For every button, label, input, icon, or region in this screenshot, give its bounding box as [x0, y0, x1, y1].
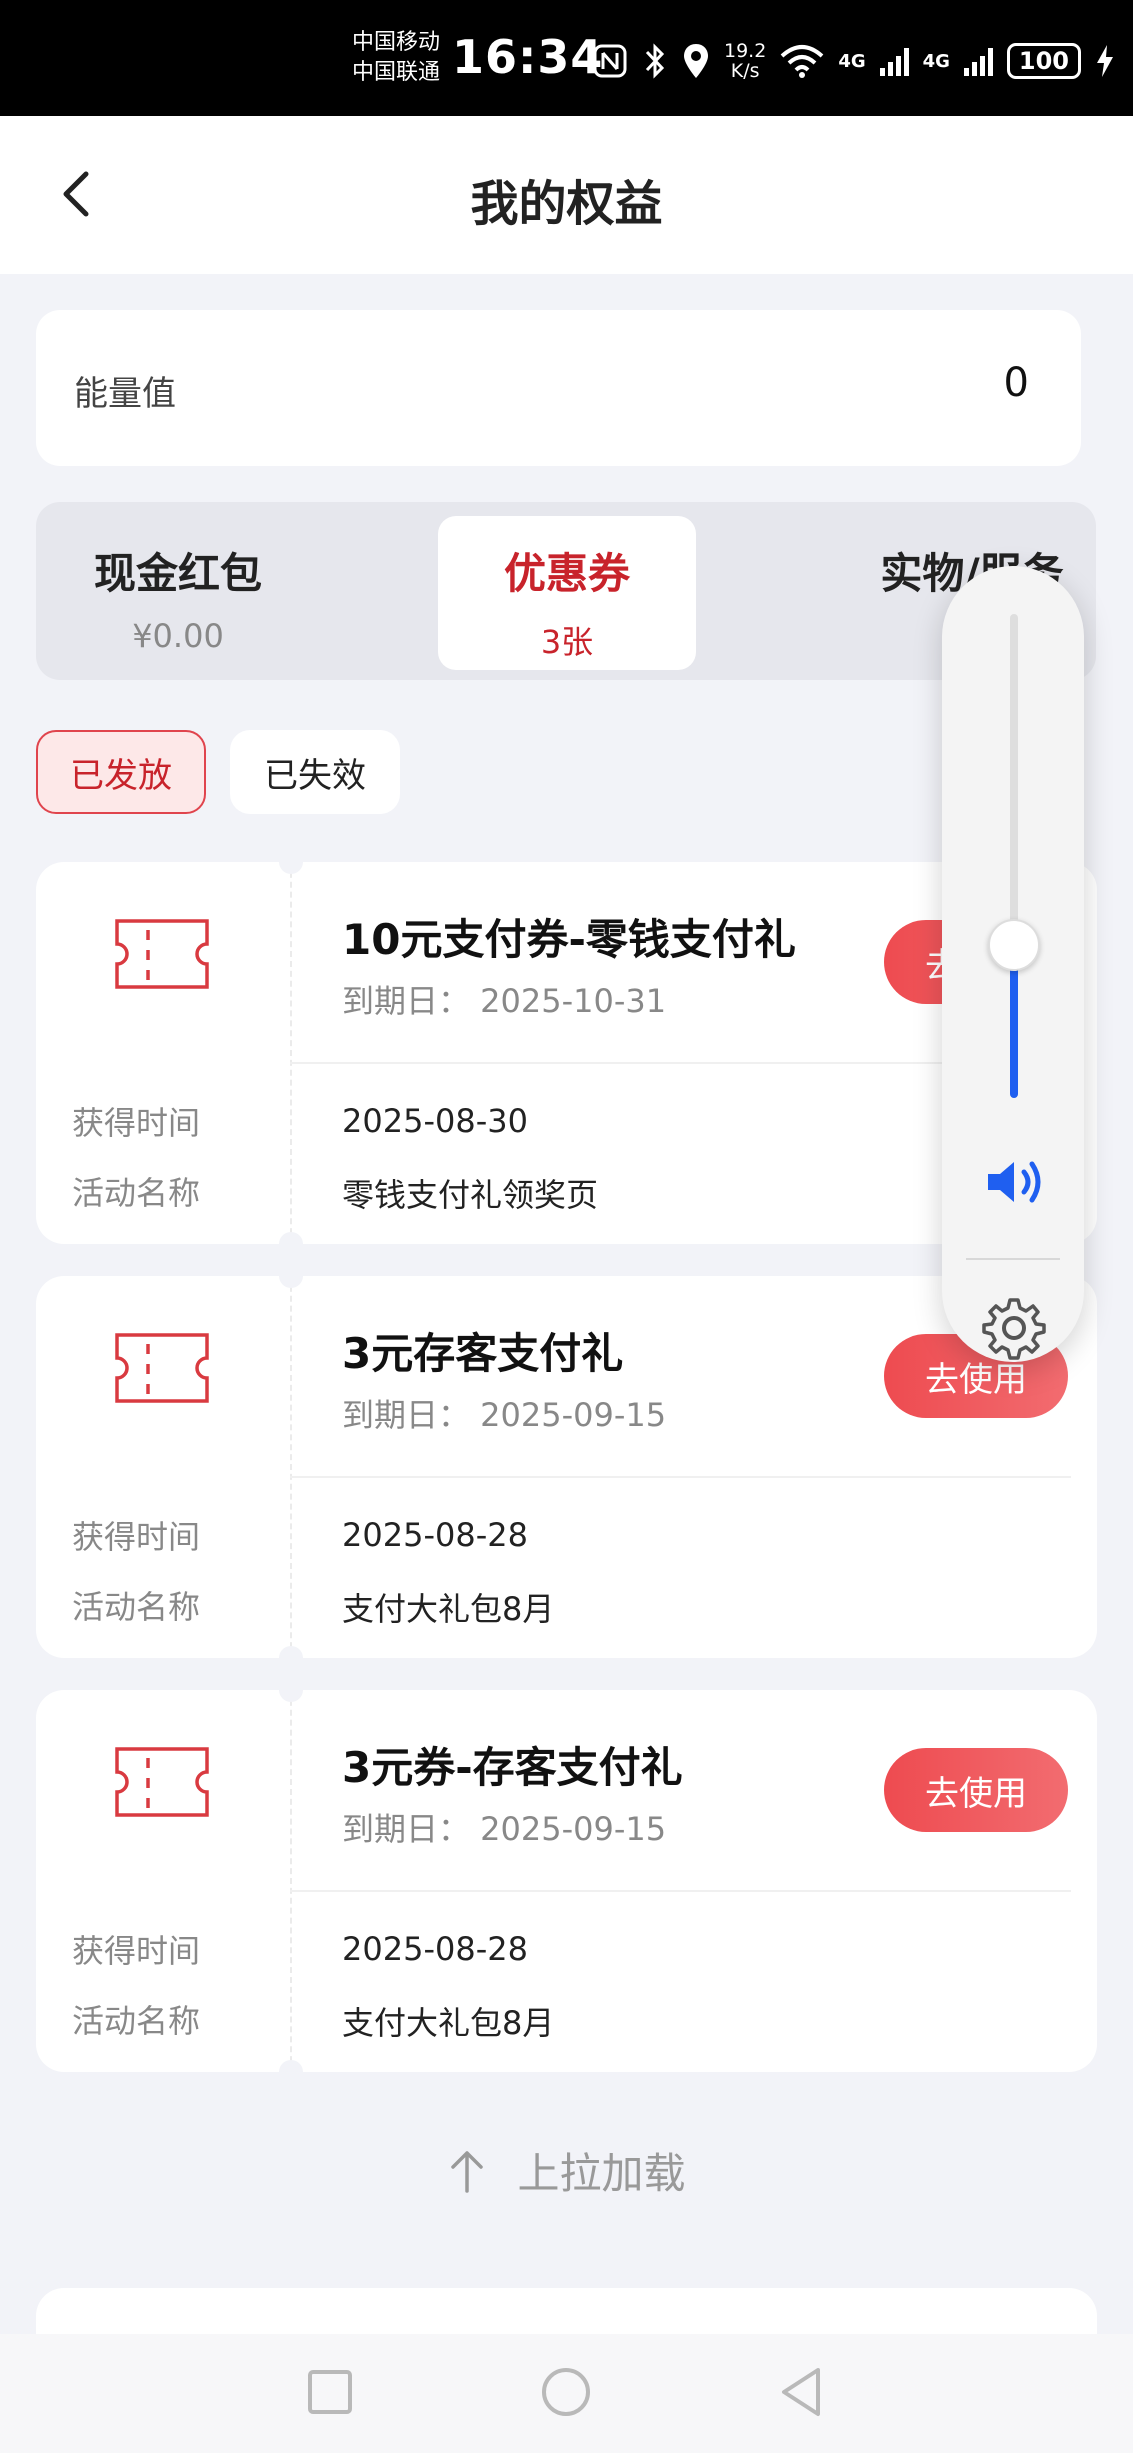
status-icons: 19.2 K/s 4G 4G 100: [592, 36, 1115, 86]
status-bar: 中国移动 中国联通 16:34 19.2 K/s 4G 4G 100: [0, 0, 1133, 116]
coupon-card: 3元存客支付礼 到期日： 2025-09-15 去使用 获得时间 活动名称 20…: [36, 1276, 1097, 1658]
volume-divider: [966, 1258, 1060, 1260]
activity-name-value: 零钱支付礼领奖页: [342, 1176, 599, 1214]
nfc-icon: [593, 44, 627, 78]
wifi-icon: [780, 45, 824, 78]
obtained-time-value: 2025-08-28: [342, 1516, 528, 1554]
coupon-card: 3元券-存客支付礼 到期日： 2025-09-15 去使用 获得时间 活动名称 …: [36, 1690, 1097, 2072]
coupon-title: 3元存客支付礼: [342, 1329, 624, 1378]
speaker-icon[interactable]: [982, 1154, 1046, 1210]
coupon-expiry: 到期日： 2025-09-15: [342, 1810, 667, 1848]
tab-cash-red-packet[interactable]: 现金红包 ¥0.00: [50, 516, 306, 670]
obtained-time-label: 获得时间: [72, 1104, 201, 1142]
activity-name-label: 活动名称: [72, 1174, 201, 1212]
ticket-icon: [115, 1333, 209, 1403]
activity-name-label: 活动名称: [72, 2002, 201, 2040]
pull-up-load: 上拉加载: [0, 2140, 1133, 2201]
tab-coupons[interactable]: 优惠券 3张: [438, 516, 696, 670]
ticket-icon: [115, 919, 209, 989]
arrow-up-icon: [451, 2150, 484, 2193]
obtained-time-label: 获得时间: [72, 1932, 201, 1970]
activity-name-value: 支付大礼包8月: [342, 2004, 555, 2042]
home-icon[interactable]: [536, 2362, 596, 2422]
location-icon: [684, 44, 708, 78]
energy-label: 能量值: [74, 374, 176, 414]
carrier-1: 中国移动: [352, 30, 441, 55]
coupon-expiry: 到期日： 2025-09-15: [342, 1396, 667, 1434]
network-speed: 19.2 K/s: [724, 40, 767, 82]
charging-icon: [1096, 45, 1113, 77]
bluetooth-icon: [645, 43, 665, 79]
system-nav-bar: [0, 2334, 1133, 2453]
obtained-time-value: 2025-08-28: [342, 1930, 528, 1968]
activity-name-value: 支付大礼包8月: [342, 1590, 555, 1628]
obtained-time-label: 获得时间: [72, 1518, 201, 1556]
energy-card: 能量值 0: [36, 310, 1081, 466]
obtained-time-value: 2025-08-30: [342, 1102, 528, 1140]
volume-slider-thumb[interactable]: [988, 918, 1040, 971]
volume-slider-fill: [1010, 948, 1018, 1098]
carrier-2: 中国联通: [352, 60, 441, 85]
filter-expired[interactable]: 已失效: [230, 730, 400, 814]
battery-icon: 100: [1006, 43, 1081, 79]
use-coupon-button[interactable]: 去使用: [884, 1748, 1068, 1832]
activity-name-label: 活动名称: [72, 1588, 201, 1626]
coupon-title: 3元券-存客支付礼: [342, 1743, 683, 1792]
volume-panel: [942, 566, 1084, 1362]
recent-apps-icon[interactable]: [300, 2362, 360, 2422]
nav-back-icon[interactable]: [772, 2362, 832, 2422]
settings-gear-icon[interactable]: [982, 1296, 1046, 1360]
load-more-label: 上拉加载: [517, 2149, 686, 2198]
filter-issued[interactable]: 已发放: [36, 730, 206, 814]
network-type-1: 4G: [838, 50, 866, 72]
signal-icon-1: [879, 46, 909, 76]
category-tabs: 现金红包 ¥0.00 优惠券 3张 实物/服务 0: [36, 502, 1096, 680]
app-header: 我的权益: [0, 116, 1133, 274]
network-type-2: 4G: [922, 50, 950, 72]
carrier-names: 中国移动 中国联通: [352, 28, 440, 88]
screen: 中国移动 中国联通 16:34 19.2 K/s 4G 4G 100 我的权益 …: [0, 0, 1133, 2453]
ticket-icon: [115, 1747, 209, 1817]
energy-value: 0: [1003, 360, 1029, 406]
coupon-title: 10元支付券-零钱支付礼: [342, 915, 796, 964]
signal-icon-2: [963, 46, 993, 76]
status-time: 16:34: [452, 30, 604, 84]
coupon-expiry: 到期日： 2025-10-31: [342, 982, 667, 1020]
coupon-card: 10元支付券-零钱支付礼 到期日： 2025-10-31 去使用 获得时间 活动…: [36, 862, 1097, 1244]
page-title: 我的权益: [470, 176, 663, 232]
